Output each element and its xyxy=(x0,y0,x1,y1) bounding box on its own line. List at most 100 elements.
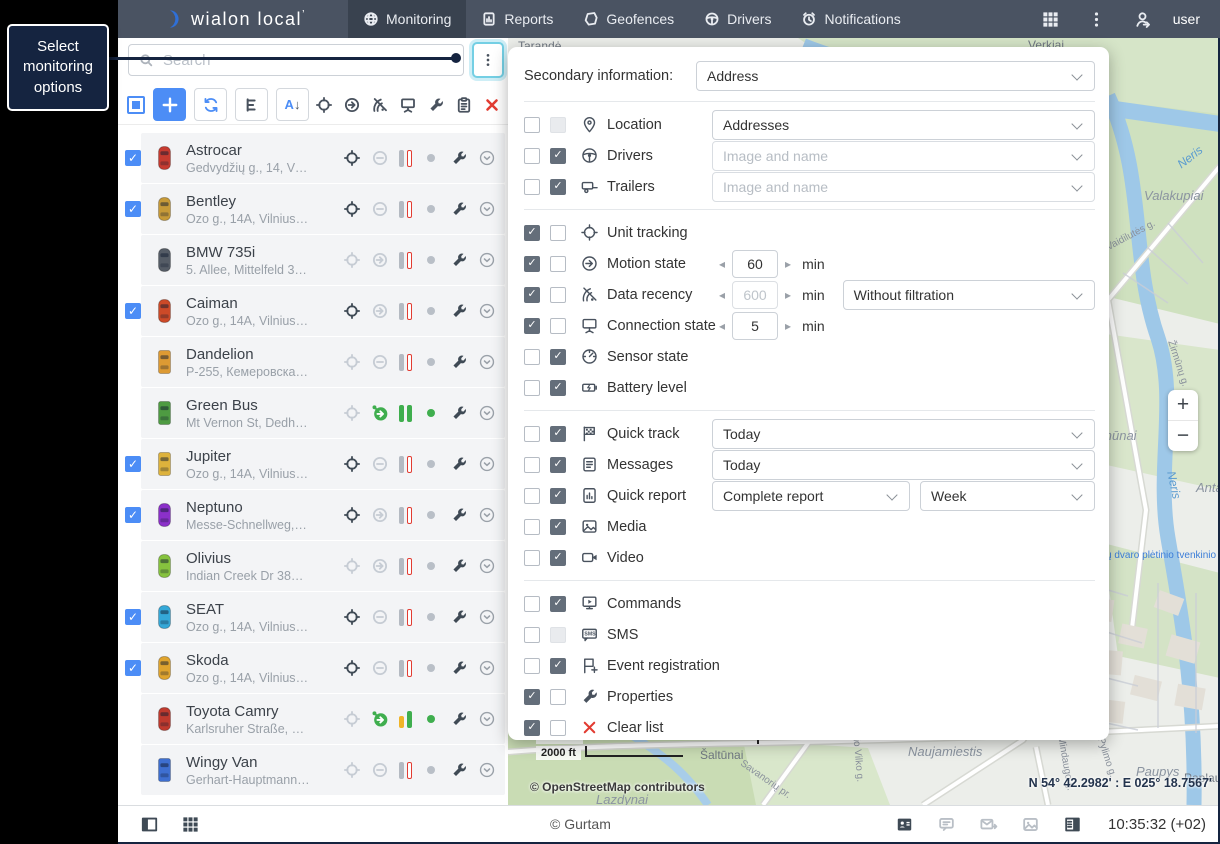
monitoring-options-button[interactable] xyxy=(472,42,504,78)
unit-card[interactable]: CaimanOzo g., 14A, Vilnius, Li... xyxy=(141,286,505,336)
location-select[interactable]: Addresses xyxy=(712,110,1095,140)
stepper-increase-icon[interactable]: ▸ xyxy=(778,257,798,271)
sort-az-button[interactable]: A↓ xyxy=(276,88,309,121)
tab-monitoring[interactable]: Monitoring xyxy=(348,0,466,38)
unit-card[interactable]: BentleyOzo g., 14A, Vilnius, Li... xyxy=(141,184,505,234)
unit-checkbox[interactable]: ✓ xyxy=(125,507,141,523)
unit-search-box[interactable] xyxy=(128,44,464,76)
unit-card[interactable]: Green BusMt Vernon St, Dedham... xyxy=(141,388,505,438)
crosshair-icon[interactable] xyxy=(343,251,361,269)
unit-card[interactable]: DandelionР-255, Кемеровская ... xyxy=(141,337,505,387)
tab-notifications[interactable]: Notifications xyxy=(786,0,915,38)
motion-state-icon[interactable] xyxy=(371,251,389,269)
messages-checkbox-2[interactable]: ✓ xyxy=(550,457,566,473)
quick-report-select[interactable]: Complete report xyxy=(712,481,910,511)
trailers-checkbox-1[interactable] xyxy=(524,179,540,195)
unit-expand-icon[interactable] xyxy=(478,761,496,779)
unit-properties-icon[interactable] xyxy=(450,149,468,167)
panel-toggle-icon[interactable] xyxy=(140,815,159,834)
unit-expand-icon[interactable] xyxy=(478,404,496,422)
sensor-state-checkbox-2[interactable]: ✓ xyxy=(550,349,566,365)
trailers-select[interactable]: Image and name xyxy=(712,172,1095,202)
unit-properties-icon[interactable] xyxy=(450,608,468,626)
unit-card[interactable]: BMW 735i5. Allee, Mittelfeld 305... xyxy=(141,235,505,285)
unit-expand-icon[interactable] xyxy=(478,659,496,677)
unit-properties-icon[interactable] xyxy=(450,761,468,779)
crosshair-icon[interactable] xyxy=(343,404,361,422)
unit-card[interactable]: NeptunoMesse-Schnellweg, Mi... xyxy=(141,490,505,540)
quick-track-checkbox-1[interactable] xyxy=(524,426,540,442)
commands-checkbox-1[interactable] xyxy=(524,596,540,612)
unit-card[interactable]: AstrocarGedvydžių g., 14, Vilni... xyxy=(141,133,505,183)
tree-view-button[interactable] xyxy=(235,88,268,121)
unit-card[interactable]: OliviusIndian Creek Dr 3801, ... xyxy=(141,541,505,591)
battery-level-checkbox-1[interactable] xyxy=(524,380,540,396)
sms-checkbox-1[interactable] xyxy=(524,627,540,643)
wrench-icon[interactable] xyxy=(427,96,445,114)
refresh-button[interactable] xyxy=(194,88,227,121)
stepper-decrease-icon[interactable]: ◂ xyxy=(712,319,732,333)
messages-select[interactable]: Today xyxy=(712,450,1095,480)
unit-card[interactable]: JupiterOzo g., 14A, Vilnius, Li... xyxy=(141,439,505,489)
motion-state-icon[interactable] xyxy=(371,761,389,779)
unit-expand-icon[interactable] xyxy=(478,506,496,524)
connection-state-checkbox-2[interactable] xyxy=(550,318,566,334)
badge-icon[interactable] xyxy=(895,815,914,834)
unit-tracking-checkbox-2[interactable] xyxy=(550,225,566,241)
motion-state-value[interactable]: 60 xyxy=(732,250,778,278)
unit-checkbox[interactable]: ✓ xyxy=(125,201,141,217)
unit-checkbox[interactable]: ✓ xyxy=(125,456,141,472)
unit-expand-icon[interactable] xyxy=(478,608,496,626)
unit-properties-icon[interactable] xyxy=(450,200,468,218)
unit-expand-icon[interactable] xyxy=(478,557,496,575)
location-checkbox-1[interactable] xyxy=(524,117,540,133)
crosshair-icon[interactable] xyxy=(343,710,361,728)
quick-track-checkbox-2[interactable]: ✓ xyxy=(550,426,566,442)
news-icon[interactable] xyxy=(1063,815,1082,834)
video-checkbox-2[interactable]: ✓ xyxy=(550,550,566,566)
video-checkbox-1[interactable] xyxy=(524,550,540,566)
unit-expand-icon[interactable] xyxy=(478,149,496,167)
stepper-increase-icon[interactable]: ▸ xyxy=(778,319,798,333)
motion-state-icon[interactable] xyxy=(371,404,389,422)
unit-checkbox[interactable]: ✓ xyxy=(125,303,141,319)
crosshair-icon[interactable] xyxy=(315,96,333,114)
properties-checkbox-1[interactable]: ✓ xyxy=(524,689,540,705)
unit-properties-icon[interactable] xyxy=(450,506,468,524)
crosshair-icon[interactable] xyxy=(343,608,361,626)
unit-expand-icon[interactable] xyxy=(478,455,496,473)
unit-expand-icon[interactable] xyxy=(478,353,496,371)
tab-geofences[interactable]: Geofences xyxy=(568,0,689,38)
unit-properties-icon[interactable] xyxy=(450,251,468,269)
event-registration-checkbox-2[interactable]: ✓ xyxy=(550,658,566,674)
motion-state-checkbox-1[interactable]: ✓ xyxy=(524,256,540,272)
event-registration-checkbox-1[interactable] xyxy=(524,658,540,674)
unit-card[interactable]: SEATOzo g., 14A, Vilnius, Li... xyxy=(141,592,505,642)
unit-properties-icon[interactable] xyxy=(450,710,468,728)
unit-checkbox[interactable]: ✓ xyxy=(125,660,141,676)
crosshair-icon[interactable] xyxy=(343,353,361,371)
battery-level-checkbox-2[interactable]: ✓ xyxy=(550,380,566,396)
quick-report-checkbox-2[interactable]: ✓ xyxy=(550,488,566,504)
clipboard-icon[interactable] xyxy=(455,96,473,114)
sensor-state-checkbox-1[interactable] xyxy=(524,349,540,365)
user-switch-icon[interactable] xyxy=(1133,10,1152,29)
kebab-icon[interactable] xyxy=(1087,10,1106,29)
motion-state-icon[interactable] xyxy=(371,455,389,473)
motion-state-icon[interactable] xyxy=(371,353,389,371)
drivers-select[interactable]: Image and name xyxy=(712,141,1095,171)
data-recency-checkbox-2[interactable] xyxy=(550,287,566,303)
apps-grid-icon[interactable] xyxy=(181,815,200,834)
motion-state-icon[interactable] xyxy=(371,608,389,626)
add-unit-button[interactable] xyxy=(153,88,186,121)
motion-state-icon[interactable] xyxy=(371,557,389,575)
motion-state-icon[interactable] xyxy=(371,149,389,167)
connection-state-checkbox-1[interactable]: ✓ xyxy=(524,318,540,334)
crosshair-icon[interactable] xyxy=(343,149,361,167)
unit-expand-icon[interactable] xyxy=(478,200,496,218)
quick-report-checkbox-1[interactable] xyxy=(524,488,540,504)
secondary-information-select[interactable]: Address xyxy=(696,61,1095,91)
unit-properties-icon[interactable] xyxy=(450,455,468,473)
stepper-decrease-icon[interactable]: ◂ xyxy=(712,288,732,302)
crosshair-icon[interactable] xyxy=(343,302,361,320)
